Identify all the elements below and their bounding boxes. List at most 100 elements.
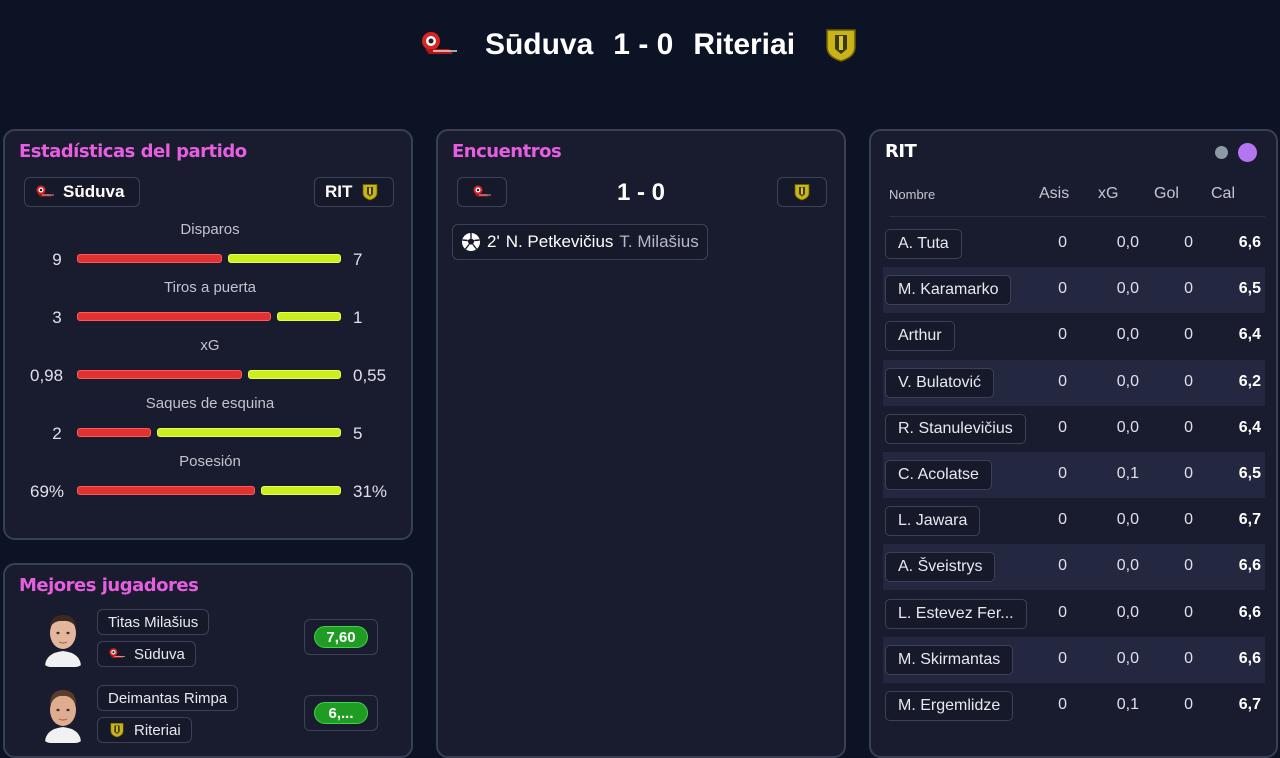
stat-label: xG [200,337,220,354]
player-name-chip[interactable]: V. Bulatović [885,367,995,398]
rating-cell: 6,4 [1238,418,1261,436]
goal-event[interactable]: 2' N. Petkevičius T. Milašius [452,224,708,260]
player-name-chip[interactable]: A. Tuta [885,229,962,259]
goals-cell: 0 [1184,649,1193,667]
lineup-team-title: RIT [885,141,917,162]
away-team-label: RIT [325,182,353,201]
goal-assist: T. Milašius [619,232,699,251]
match-score: 1 - 0 [613,28,674,61]
suduva-crest-icon [419,27,459,63]
rating-cell: 6,7 [1238,696,1261,713]
stat-home-bar [77,254,222,263]
col-name[interactable]: Nombre [889,187,935,202]
stat-away-value: 31% [353,482,388,501]
player-rating-box: 6,... [304,695,378,731]
table-row[interactable]: Arthur 0 0,0 0 6,4 [883,313,1265,359]
xg-cell: 0,1 [1116,465,1139,482]
away-team-name: Riteriai [693,28,796,61]
rating-cell: 6,6 [1238,603,1261,621]
table-row[interactable]: L. Estevez Fer... 0 0,0 0 6,6 [883,591,1265,637]
table-row[interactable]: M. Ergemlidze 0 0,1 0 6,7 [883,683,1265,729]
player-photo [41,685,85,743]
best-player-row[interactable]: Deimantas Rimpa Riteriai 6,... [5,683,415,753]
goals-cell: 0 [1184,465,1193,482]
player-team-chip[interactable]: Riteriai [97,717,192,743]
rating-cell: 6,5 [1238,280,1261,298]
col-rating[interactable]: Cal [1211,185,1235,203]
riteriai-crest-icon [792,183,812,201]
suduva-crest-icon [35,183,55,201]
stat-home-bar [77,486,255,495]
table-row[interactable]: C. Acolatse 0 0,1 0 6,5 [883,452,1265,498]
stat-label: Disparos [180,221,240,238]
goals-cell: 0 [1184,280,1193,298]
team-toggle-inactive[interactable] [1215,146,1228,159]
col-goals[interactable]: Gol [1154,185,1179,203]
player-name-chip[interactable]: C. Acolatse [885,460,992,490]
goals-cell: 0 [1184,603,1193,621]
assists-cell: 0 [1058,280,1067,298]
table-row[interactable]: V. Bulatović 0 0,0 0 6,2 [883,359,1265,406]
xg-cell: 0,0 [1116,557,1139,575]
player-name-chip[interactable]: L. Jawara [885,506,981,537]
away-team-chip[interactable]: RIT [314,177,394,207]
xg-cell: 0,0 [1116,511,1139,529]
home-team-chip[interactable]: Sūduva [24,177,140,207]
player-name-chip[interactable]: L. Estevez Fer... [885,598,1027,629]
table-row[interactable]: L. Jawara 0 0,0 0 6,7 [883,498,1265,544]
goals-cell: 0 [1184,511,1193,529]
player-name-chip[interactable]: Deimantas Rimpa [97,685,239,711]
team-toggle-active[interactable] [1238,143,1257,162]
best-player-row[interactable]: Titas Milašius Sūduva 7,60 [5,607,415,677]
assists-cell: 0 [1058,649,1067,667]
player-name-chip[interactable]: Titas Milašius [97,609,210,635]
assists-cell: 0 [1058,696,1067,713]
goals-cell: 0 [1184,557,1193,575]
goals-cell: 0 [1184,234,1193,251]
stat-label: Posesión [179,453,241,470]
player-team: Riteriai [134,721,181,739]
player-name-chip[interactable]: M. Karamarko [885,275,1012,306]
stat-home-value: 3 [52,308,62,327]
rating-cell: 6,6 [1238,234,1261,251]
player-name-chip[interactable]: M. Skirmantas [885,644,1014,675]
col-assists[interactable]: Asis [1039,185,1069,203]
stat-label: Tiros a puerta [164,279,256,296]
riteriai-crest-icon [108,722,126,738]
match-title: Sūduva 1 - 0 Riteriai [485,28,795,62]
stat-away-bar [261,486,341,495]
stat-home-bar [77,428,151,437]
rating-cell: 6,2 [1238,372,1261,390]
player-rating-box: 7,60 [304,619,378,655]
stat-home-value: 69% [30,482,65,501]
player-name-chip[interactable]: M. Ergemlidze [885,691,1014,721]
xg-cell: 0,0 [1116,326,1139,344]
xg-cell: 0,0 [1116,603,1139,621]
table-row[interactable]: M. Karamarko 0 0,0 0 6,5 [883,267,1265,314]
table-row[interactable]: R. Stanulevičius 0 0,0 0 6,4 [883,406,1265,452]
table-row[interactable]: A. Tuta 0 0,0 0 6,6 [883,221,1265,267]
stat-label: Saques de esquina [145,395,275,412]
player-name: Titas Milašius [108,613,199,631]
assists-cell: 0 [1058,372,1067,390]
player-name-chip[interactable]: A. Šveistrys [885,552,996,583]
away-team-chip[interactable] [777,177,827,207]
player-team-chip[interactable]: Sūduva [97,641,196,667]
col-xg[interactable]: xG [1098,185,1118,203]
lineup-table-header: Nombre Asis xG Gol Cal [889,185,1265,217]
suduva-crest-icon [108,646,126,662]
best-players-panel: Mejores jugadores Titas Milašius Sūduva … [3,563,413,758]
xg-cell: 0,0 [1116,234,1139,251]
stat-away-bar [228,254,341,263]
riteriai-crest-icon [821,27,861,63]
goals-cell: 0 [1184,696,1193,713]
stat-away-value: 7 [353,250,363,269]
stat-home-bar [77,370,242,379]
player-name-chip[interactable]: R. Stanulevičius [885,413,1026,444]
assists-cell: 0 [1058,511,1067,529]
stat-away-value: 0,55 [353,366,387,385]
table-row[interactable]: A. Šveistrys 0 0,0 0 6,6 [883,544,1265,591]
xg-cell: 0,0 [1116,280,1139,298]
player-name-chip[interactable]: Arthur [885,321,955,352]
table-row[interactable]: M. Skirmantas 0 0,0 0 6,6 [883,636,1265,683]
